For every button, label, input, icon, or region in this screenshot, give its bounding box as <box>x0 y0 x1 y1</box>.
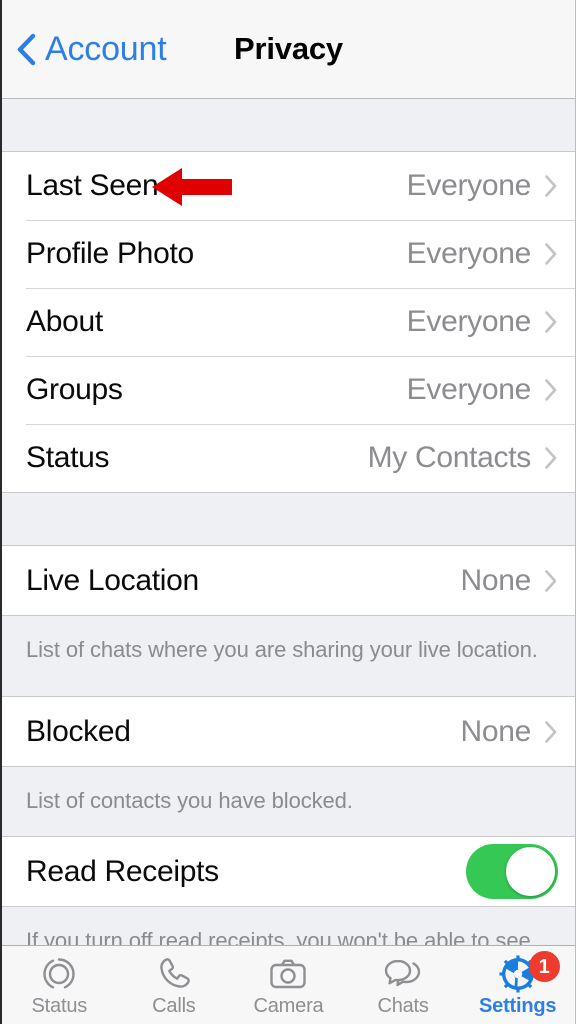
row-label: Profile Photo <box>26 237 194 270</box>
tab-label: Settings <box>479 995 557 1017</box>
row-right: None <box>460 563 558 597</box>
tab-label: Status <box>31 995 88 1017</box>
settings-badge-count: 1 <box>528 951 560 982</box>
back-button-label: Account <box>45 30 167 68</box>
settings-scroll-area[interactable]: Last Seen Everyone Profile Photo Everyon… <box>2 99 575 1024</box>
row-value: Everyone <box>406 305 532 338</box>
row-value: My Contacts <box>367 441 532 474</box>
section-gap-middle <box>2 492 575 546</box>
row-label: Blocked <box>26 714 131 748</box>
read-receipts-group: Read Receipts <box>2 837 575 906</box>
live-location-group: Live Location None <box>2 546 575 615</box>
chevron-right-icon <box>545 379 557 401</box>
tab-status[interactable]: Status <box>2 946 117 1024</box>
row-label: Status <box>26 441 110 474</box>
back-button-account[interactable]: Account <box>16 30 167 68</box>
row-label: Live Location <box>26 563 199 597</box>
row-right: Everyone <box>407 375 558 405</box>
row-label: Read Receipts <box>26 854 219 888</box>
blocked-group: Blocked None <box>2 697 575 766</box>
section-gap-top <box>2 99 575 152</box>
row-label: Last Seen <box>26 169 159 202</box>
blocked-footer: List of contacts you have blocked. <box>2 766 575 837</box>
row-status[interactable]: Status My Contacts <box>2 424 575 492</box>
toggle-knob <box>506 847 555 896</box>
phone-handset-icon <box>160 958 190 988</box>
row-value: Everyone <box>406 169 532 202</box>
row-blocked[interactable]: Blocked None <box>2 697 575 766</box>
row-right <box>466 844 558 899</box>
tab-label: Calls <box>152 995 196 1017</box>
app-screen: Account Privacy Last Seen Everyone Profi… <box>0 0 576 1024</box>
row-last-seen[interactable]: Last Seen Everyone <box>2 152 575 220</box>
row-right: My Contacts <box>368 443 558 473</box>
row-label: About <box>26 305 103 338</box>
row-right: Everyone <box>407 171 558 201</box>
footer-text: List of chats where you are sharing your… <box>26 637 538 662</box>
privacy-visibility-group: Last Seen Everyone Profile Photo Everyon… <box>2 152 575 492</box>
row-right: Everyone <box>407 307 558 337</box>
camera-icon <box>270 959 307 989</box>
row-value: None <box>460 563 531 597</box>
row-value: Everyone <box>406 373 532 406</box>
row-live-location[interactable]: Live Location None <box>2 546 575 615</box>
row-value: None <box>460 714 531 748</box>
read-receipts-toggle[interactable] <box>466 844 558 899</box>
row-about[interactable]: About Everyone <box>2 288 575 356</box>
row-label: Groups <box>26 373 123 406</box>
row-right: Everyone <box>407 239 558 269</box>
tab-label: Camera <box>253 995 324 1017</box>
navigation-bar: Account Privacy <box>2 0 575 99</box>
chevron-right-icon <box>545 243 557 265</box>
tab-camera[interactable]: Camera <box>231 946 346 1024</box>
row-read-receipts[interactable]: Read Receipts <box>2 837 575 906</box>
tab-calls[interactable]: Calls <box>117 946 232 1024</box>
row-profile-photo[interactable]: Profile Photo Everyone <box>2 220 575 288</box>
bottom-tab-bar: Status Calls Camera Chats Settings 1 <box>2 945 575 1024</box>
chevron-right-icon <box>545 447 557 469</box>
row-groups[interactable]: Groups Everyone <box>2 356 575 424</box>
chevron-right-icon <box>545 569 557 592</box>
chevron-left-icon <box>17 33 36 65</box>
chevron-right-icon <box>545 311 557 333</box>
live-location-footer: List of chats where you are sharing your… <box>2 615 575 697</box>
status-rings-icon <box>43 958 75 989</box>
tab-chats[interactable]: Chats <box>346 946 461 1024</box>
row-value: Everyone <box>406 237 532 270</box>
tab-label: Chats <box>377 995 429 1017</box>
row-right: None <box>460 714 558 748</box>
chevron-right-icon <box>545 175 557 197</box>
footer-text: List of contacts you have blocked. <box>26 788 353 813</box>
chevron-right-icon <box>545 720 557 743</box>
speech-bubbles-icon <box>384 959 421 987</box>
tab-settings[interactable]: Settings 1 <box>460 946 575 1024</box>
